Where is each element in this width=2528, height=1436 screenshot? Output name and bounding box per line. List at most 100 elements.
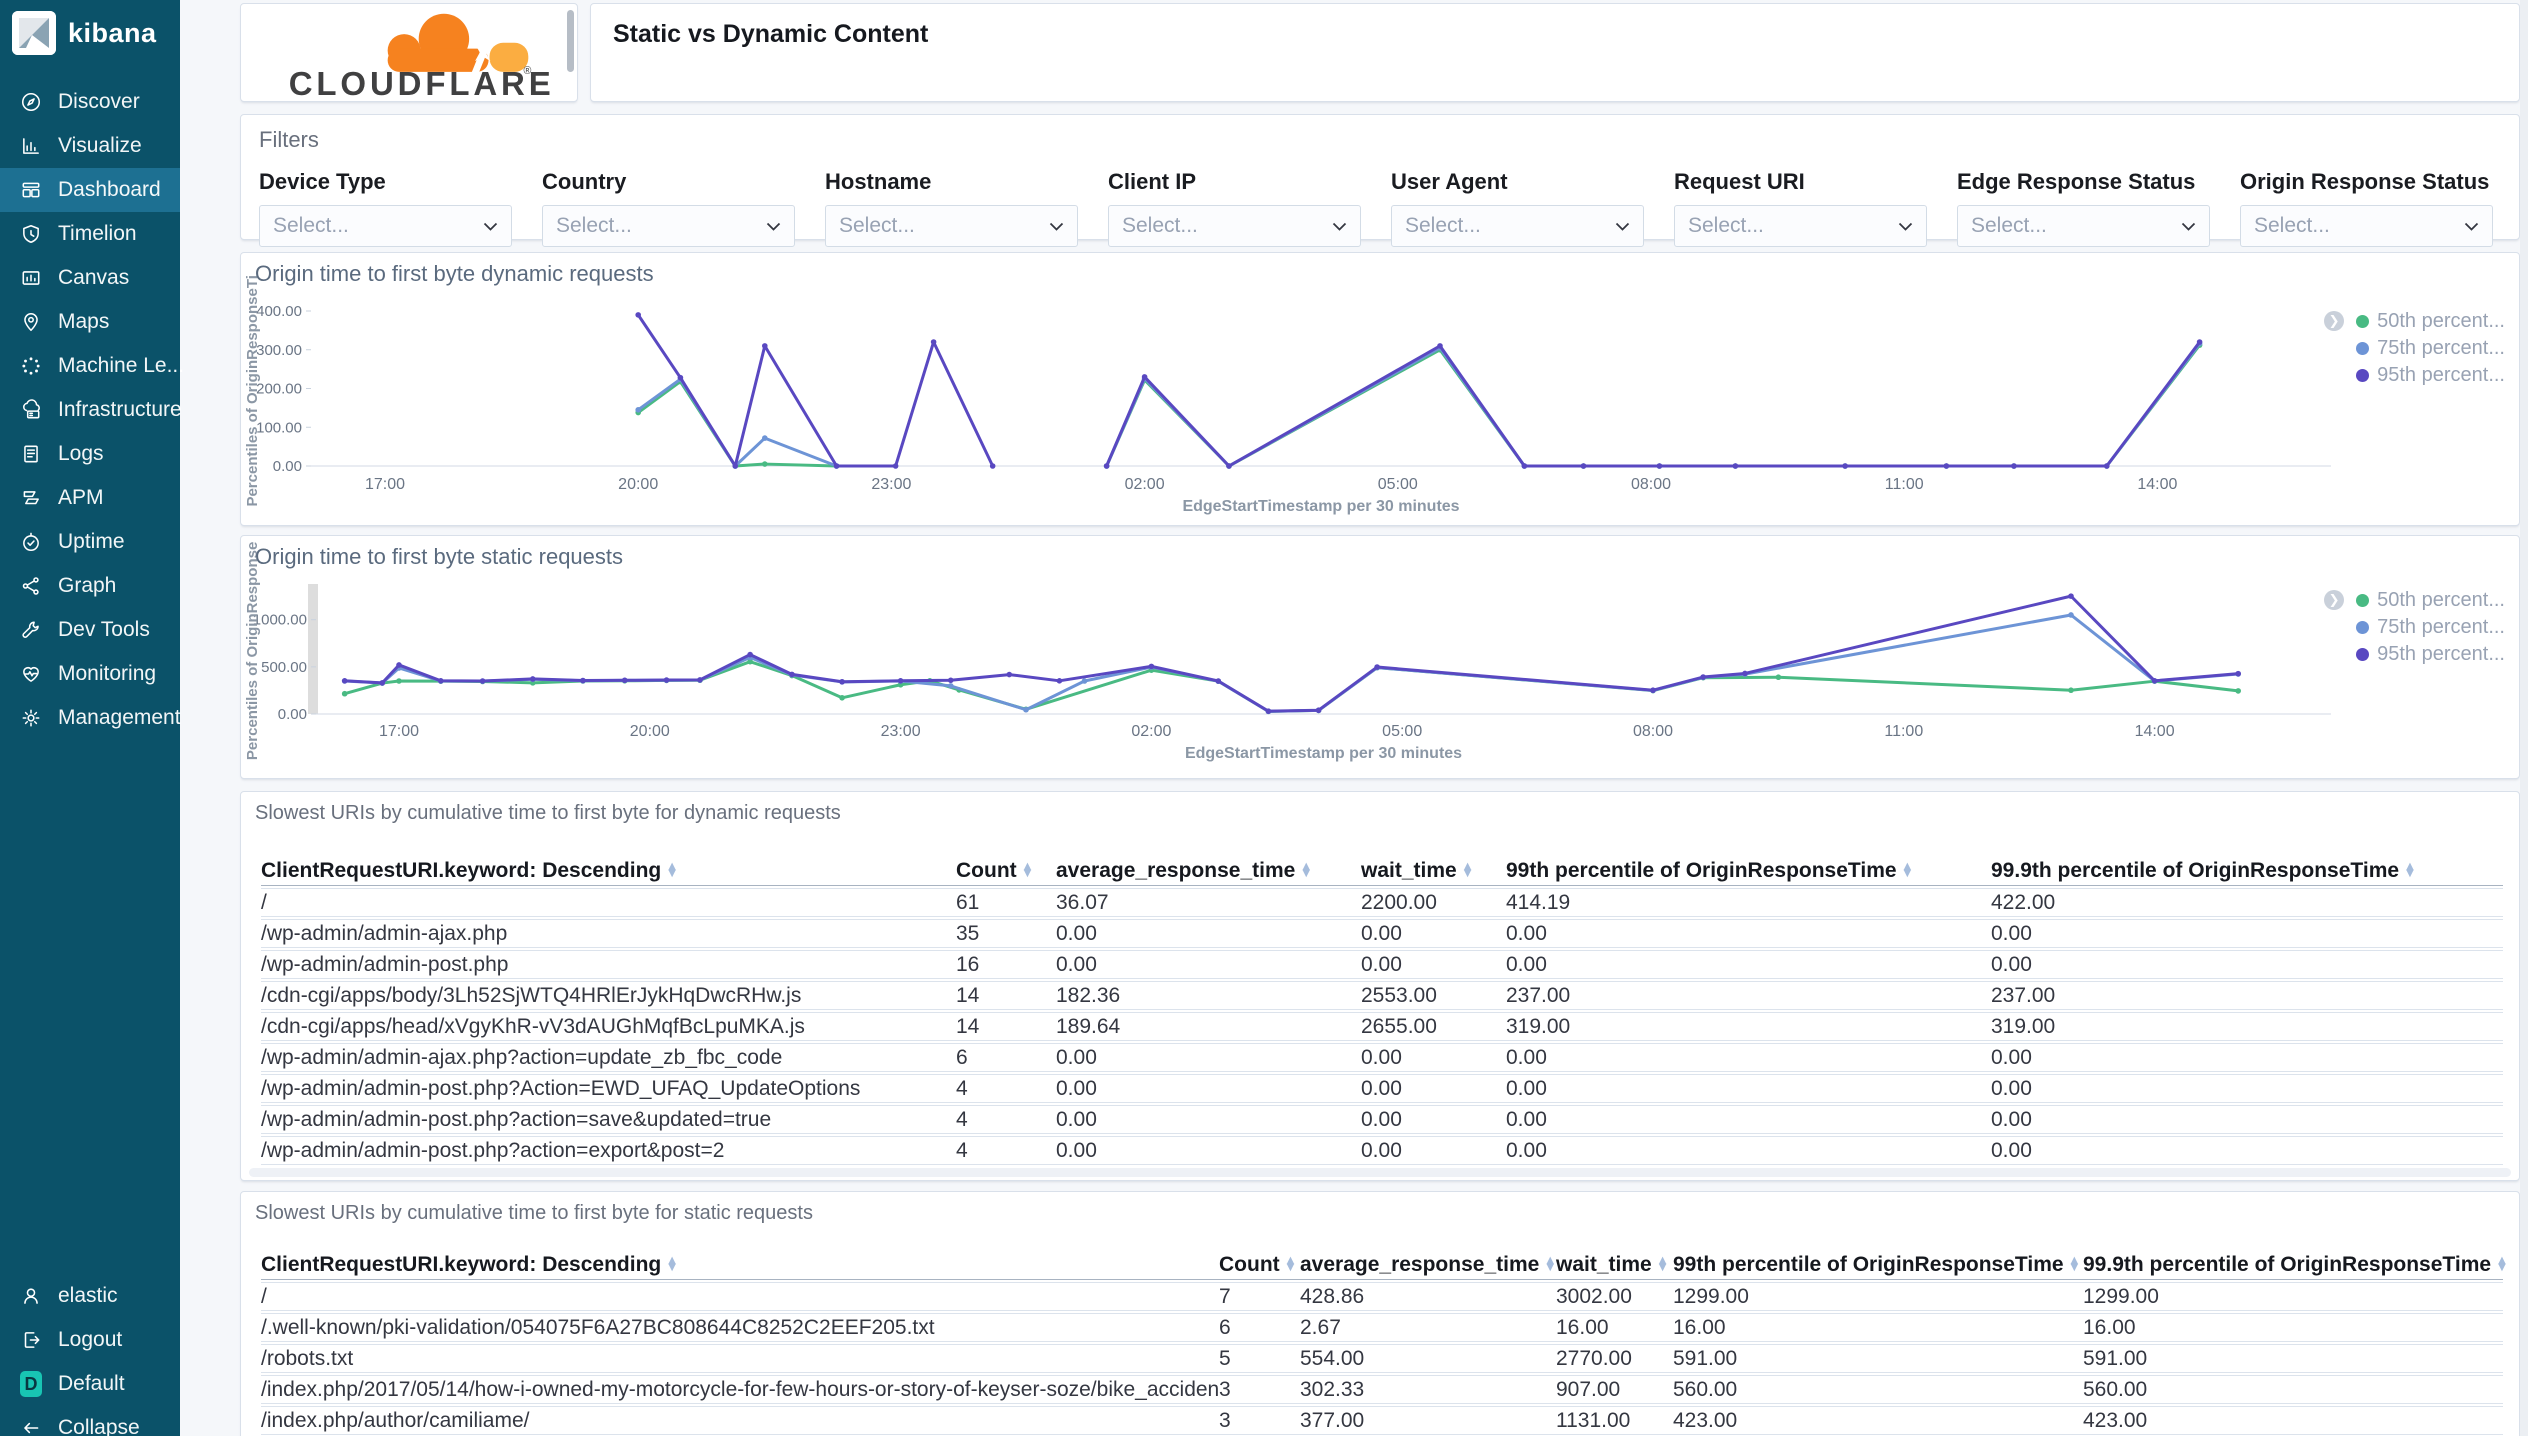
column-header-clientrequesturi-keyword-descending[interactable]: ClientRequestURI.keyword: Descending ▲ ▼ bbox=[261, 859, 956, 883]
table-cell: 0.00 bbox=[1506, 1045, 1547, 1069]
legend-expand-icon[interactable]: ❯ bbox=[2324, 590, 2345, 610]
dashboard-title-panel: Static vs Dynamic Content bbox=[590, 3, 2520, 102]
sidebar-item-timelion[interactable]: Timelion bbox=[0, 212, 180, 256]
sidebar-item-dashboard[interactable]: Dashboard bbox=[0, 168, 180, 212]
sidebar-item-logs[interactable]: Logs bbox=[0, 432, 180, 476]
panel-scrollbar-thumb[interactable] bbox=[567, 10, 574, 72]
column-header-clientrequesturi-keyword-descending[interactable]: ClientRequestURI.keyword: Descending ▲ ▼ bbox=[261, 1253, 1219, 1277]
page-scrollbar[interactable] bbox=[2520, 0, 2528, 1436]
filter-select-country[interactable]: Select... bbox=[542, 205, 795, 247]
uptime-icon bbox=[20, 531, 42, 553]
legend-item-50th-percent[interactable]: ❯ 50th percent... bbox=[2324, 310, 2505, 332]
legend-label: 75th percent... bbox=[2377, 336, 2505, 359]
table-cell: /wp-admin/admin-post.php?action=save&upd… bbox=[261, 1107, 772, 1131]
heartbeat-icon bbox=[20, 663, 42, 685]
column-header-99-9th-percentile-of-originresponsetime[interactable]: 99.9th percentile of OriginResponseTime ▲… bbox=[2083, 1253, 2506, 1277]
sort-icon: ▲ ▼ bbox=[2406, 861, 2414, 879]
table-cell: 414.19 bbox=[1506, 890, 1571, 914]
sidebar-nav: Discover Visualize Dashboard Timelion Canvas… bbox=[0, 80, 184, 740]
sidebar-item-dev-tools[interactable]: Dev Tools bbox=[0, 608, 180, 652]
column-header-wait-time[interactable]: wait_time ▲ ▼ bbox=[1556, 1253, 1673, 1277]
legend-item-75th-percent[interactable]: 75th percent... bbox=[2356, 336, 2505, 359]
table-cell: 0.00 bbox=[1506, 1107, 1547, 1131]
filter-group-origin-response-status: Origin Response Status Select... bbox=[2240, 169, 2493, 247]
table-cell: 0.00 bbox=[1991, 952, 2032, 976]
filter-group-country: Country Select... bbox=[542, 169, 795, 247]
column-header-count[interactable]: Count ▲ ▼ bbox=[956, 859, 1056, 883]
kibana-logo[interactable]: kibana bbox=[0, 0, 180, 66]
column-header-label: ClientRequestURI.keyword: Descending bbox=[261, 858, 662, 882]
table-cell: 0.00 bbox=[1056, 1076, 1097, 1100]
svg-text:02:00: 02:00 bbox=[1131, 723, 1171, 740]
sidebar-item-monitoring[interactable]: Monitoring bbox=[0, 652, 180, 696]
sidebar-footer-collapse[interactable]: Collapse bbox=[0, 1406, 180, 1436]
filter-row: Device Type Select... Country Select... Host… bbox=[259, 169, 2501, 247]
sidebar-item-maps[interactable]: Maps bbox=[0, 300, 180, 344]
sort-icon: ▲ ▼ bbox=[1463, 861, 1472, 879]
filter-select-user-agent[interactable]: Select... bbox=[1391, 205, 1644, 247]
column-header-average-response-time[interactable]: average_response_time ▲ ▼ bbox=[1056, 859, 1361, 883]
column-header-count[interactable]: Count ▲ ▼ bbox=[1219, 1253, 1300, 1277]
table-row: /.well-known/pki-validation/054075F6A27B… bbox=[261, 1313, 2503, 1342]
svg-text:20:00: 20:00 bbox=[618, 476, 658, 493]
legend-item-95th-percent[interactable]: 95th percent... bbox=[2356, 643, 2505, 665]
sidebar-item-graph[interactable]: Graph bbox=[0, 564, 180, 608]
table-title: Slowest URIs by cumulative time to first… bbox=[255, 802, 841, 824]
table-cell: 182.36 bbox=[1056, 983, 1121, 1007]
table-row: /wp-admin/admin-post.php?Action=EWD_UFAQ… bbox=[261, 1074, 2503, 1103]
table-cell: 61 bbox=[956, 890, 980, 914]
column-header-wait-time[interactable]: wait_time ▲ ▼ bbox=[1361, 859, 1506, 883]
table-cell: 2.67 bbox=[1300, 1315, 1341, 1339]
machine-learning-icon bbox=[20, 355, 42, 377]
column-header-99th-percentile-of-originresponsetime[interactable]: 99th percentile of OriginResponseTime ▲ ▼ bbox=[1673, 1253, 2083, 1277]
table-scrollbar[interactable] bbox=[249, 1168, 2511, 1177]
sidebar-item-infrastructure[interactable]: Infrastructure bbox=[0, 388, 182, 432]
column-header-average-response-time[interactable]: average_response_time ▲ ▼ bbox=[1300, 1253, 1556, 1277]
legend-expand-icon[interactable]: ❯ bbox=[2324, 311, 2345, 331]
svg-text:20:00: 20:00 bbox=[630, 723, 670, 740]
select-placeholder: Select... bbox=[1122, 214, 1198, 237]
chart-panel-static: Origin time to first byte static request… bbox=[240, 535, 2520, 779]
sidebar-footer-elastic[interactable]: elastic bbox=[0, 1274, 180, 1318]
filter-select-request-uri[interactable]: Select... bbox=[1674, 205, 1927, 247]
table-cell: 423.00 bbox=[2083, 1408, 2148, 1432]
svg-text:08:00: 08:00 bbox=[1633, 723, 1673, 740]
sidebar-item-discover[interactable]: Discover bbox=[0, 80, 180, 124]
legend-color-dot bbox=[2356, 593, 2370, 607]
legend-item-95th-percent[interactable]: 95th percent... bbox=[2356, 364, 2505, 386]
sidebar-item-uptime[interactable]: Uptime bbox=[0, 520, 180, 564]
filter-select-edge-response-status[interactable]: Select... bbox=[1957, 205, 2210, 247]
filter-select-hostname[interactable]: Select... bbox=[825, 205, 1078, 247]
svg-text:0.00: 0.00 bbox=[278, 706, 307, 723]
chevron-down-icon bbox=[766, 222, 781, 231]
filter-select-device-type[interactable]: Select... bbox=[259, 205, 512, 247]
legend-item-75th-percent[interactable]: 75th percent... bbox=[2356, 616, 2505, 638]
table-cell: 237.00 bbox=[1991, 983, 2056, 1007]
table-row: / 7 428.86 3002.00 1299.00 1299.00 bbox=[261, 1282, 2503, 1311]
legend-item-50th-percent[interactable]: ❯ 50th percent... bbox=[2324, 589, 2505, 611]
column-header-99th-percentile-of-originresponsetime[interactable]: 99th percentile of OriginResponseTime ▲ ▼ bbox=[1506, 859, 1991, 883]
sidebar-item-visualize[interactable]: Visualize bbox=[0, 124, 180, 168]
sidebar-footer-default[interactable]: D Default bbox=[0, 1362, 180, 1406]
column-header-99-9th-percentile-of-originresponsetime[interactable]: 99.9th percentile of OriginResponseTime ▲… bbox=[1991, 859, 2503, 883]
table-cell: / bbox=[261, 1284, 267, 1308]
sidebar-item-apm[interactable]: APM bbox=[0, 476, 180, 520]
sidebar-item-management[interactable]: Management bbox=[0, 696, 181, 740]
sort-icon: ▲ ▼ bbox=[668, 861, 676, 879]
legend-color-dot bbox=[2356, 620, 2370, 634]
filter-select-client-ip[interactable]: Select... bbox=[1108, 205, 1361, 247]
filter-select-origin-response-status[interactable]: Select... bbox=[2240, 205, 2493, 247]
table-row: / 61 36.07 2200.00 414.19 422.00 bbox=[261, 888, 2503, 917]
sidebar-item-canvas[interactable]: Canvas bbox=[0, 256, 180, 300]
table-cell: 16.00 bbox=[2083, 1315, 2136, 1339]
svg-text:17:00: 17:00 bbox=[365, 476, 405, 493]
table-cell: 16.00 bbox=[1673, 1315, 1726, 1339]
legend-color-dot bbox=[2356, 341, 2370, 355]
chevron-down-icon bbox=[1332, 222, 1347, 231]
sidebar-footer-logout[interactable]: Logout bbox=[0, 1318, 180, 1362]
table-cell: 5 bbox=[1219, 1346, 1231, 1370]
filter-label: Hostname bbox=[825, 169, 932, 194]
sort-icon: ▲ ▼ bbox=[1023, 861, 1032, 879]
filter-label: Client IP bbox=[1108, 169, 1197, 194]
sidebar-item-machine-le[interactable]: Machine Le... bbox=[0, 344, 184, 388]
